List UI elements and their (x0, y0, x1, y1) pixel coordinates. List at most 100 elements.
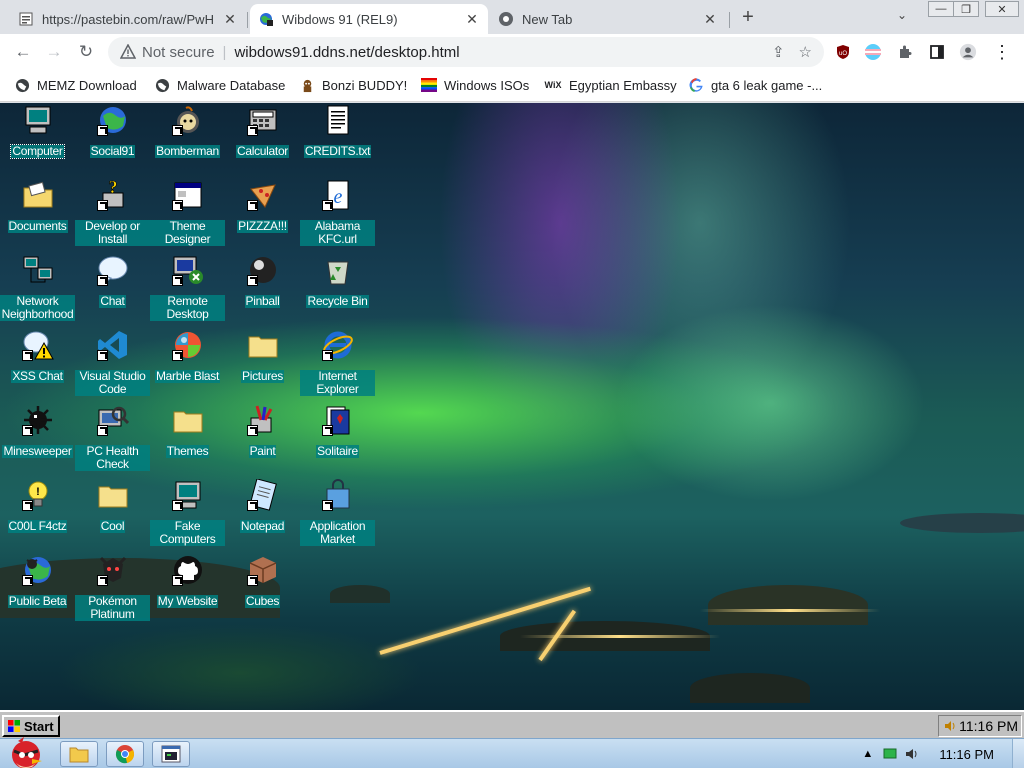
ublock-icon[interactable]: uO (834, 43, 852, 61)
terminal-window-icon (161, 745, 181, 763)
desktop-icon-credits-txt[interactable]: CREDITS.txt (300, 103, 375, 178)
desktop-icon-marble-blast[interactable]: Marble Blast (150, 328, 225, 403)
tab-new-tab[interactable]: New Tab ✕ (490, 4, 726, 34)
speaker-icon[interactable] (905, 747, 919, 761)
bag-icon (321, 479, 354, 511)
desktop-icon-network-neighborhood[interactable]: Network Neighborhood (0, 253, 75, 328)
desktop-icon-computer[interactable]: Computer (0, 103, 75, 178)
close-window-button[interactable]: ✕ (985, 1, 1019, 17)
explorer-taskbar-button[interactable] (60, 741, 98, 767)
host-system-tray: ▲ 11:16 PM (862, 739, 1024, 768)
desktop-icon-label: Recycle Bin (306, 294, 369, 308)
warning-triangle-icon[interactable] (120, 44, 136, 60)
desktop-icon-themes[interactable]: Themes (150, 403, 225, 478)
tab-close-icon[interactable]: ✕ (702, 11, 718, 28)
pokemon-icon (96, 554, 129, 586)
back-button[interactable]: ← (12, 42, 34, 64)
paint-icon (246, 404, 279, 436)
windows-flag-icon (8, 720, 20, 732)
tab-search-button[interactable]: ⌄ (897, 8, 907, 22)
svg-text:!: ! (36, 486, 40, 498)
address-bar[interactable]: Not secure | wibdows91.ddns.net/desktop.… (108, 37, 824, 67)
desktop-icon-minesweeper[interactable]: Minesweeper (0, 403, 75, 478)
desktop-icon-notepad[interactable]: Notepad (225, 478, 300, 553)
desktop-icon-remote-desktop[interactable]: Remote Desktop (150, 253, 225, 328)
desktop-icon-xss-chat[interactable]: XSS Chat (0, 328, 75, 403)
forward-button[interactable]: → (43, 42, 65, 64)
browser-toolbar: ← → ↻ Not secure | wibdows91.ddns.net/de… (0, 34, 1024, 70)
bookmark-malware-database[interactable]: Malware Database (154, 77, 285, 93)
restore-button[interactable]: ❐ (953, 1, 979, 17)
desktop-icon-label: Pokémon Platinum (75, 595, 150, 621)
desktop-icon-public-beta[interactable]: Public Beta (0, 553, 75, 628)
trans-flag-extension-icon[interactable] (864, 43, 882, 61)
desktop-icon-label: Calculator (235, 144, 290, 158)
recycle-icon (322, 254, 354, 286)
desktop-icon-develop-or-install[interactable]: ? Develop or Install (75, 178, 150, 253)
chrome-taskbar-button[interactable] (106, 741, 144, 767)
extensions-puzzle-icon[interactable] (896, 43, 914, 61)
desktop-icon-cubes[interactable]: Cubes (225, 553, 300, 628)
desktop-area[interactable]: Computer Social91 Bomberman Calculator CREDI… (0, 103, 1024, 710)
bookmark-gta6[interactable]: gta 6 leak game -... (688, 77, 822, 93)
desktop-icon-theme-designer[interactable]: Theme Designer (150, 178, 225, 253)
tab-close-icon[interactable]: ✕ (464, 11, 480, 28)
desktop-icon-bomberman[interactable]: Bomberman (150, 103, 225, 178)
share-icon[interactable]: ⇪ (772, 43, 785, 61)
tab-wibdows91[interactable]: Wibdows 91 (REL9) ✕ (250, 4, 488, 34)
desktop-icon-c00l-f4ctz[interactable]: ! C00L F4ctz (0, 478, 75, 553)
desktop-icon-solitaire[interactable]: Solitaire (300, 403, 375, 478)
new-tab-button[interactable]: + (738, 6, 758, 29)
desktop-icon-application-market[interactable]: Application Market (300, 478, 375, 553)
angry-bird-start-orb-icon[interactable] (2, 733, 48, 768)
security-status-label[interactable]: Not secure (142, 44, 215, 61)
health-icon (96, 404, 129, 436)
desktop-icon-label: Computer (10, 144, 65, 159)
tray-expand-icon[interactable]: ▲ (862, 748, 873, 760)
bookmark-bonzi-buddy[interactable]: Bonzi BUDDY! (299, 77, 407, 93)
desktop-icon-pok-mon-platinum[interactable]: Pokémon Platinum (75, 553, 150, 628)
tab-close-icon[interactable]: ✕ (222, 11, 238, 28)
desktop-icon-recycle-bin[interactable]: Recycle Bin (300, 253, 375, 328)
bookmark-windows-isos[interactable]: Windows ISOs (421, 77, 529, 93)
bookmark-star-icon[interactable]: ☆ (799, 43, 812, 61)
host-clock[interactable]: 11:16 PM (939, 747, 994, 762)
volume-icon[interactable] (944, 720, 956, 732)
desktop-icon-social91[interactable]: Social91 (75, 103, 150, 178)
desktop-icon-paint[interactable]: Paint (225, 403, 300, 478)
window-icon (171, 179, 204, 211)
app-taskbar-button[interactable] (152, 741, 190, 767)
desktop-icon-label: CREDITS.txt (303, 144, 372, 158)
desktop-icon-pictures[interactable]: Pictures (225, 328, 300, 403)
desktop-icon-fake-computers[interactable]: Fake Computers (150, 478, 225, 553)
url-text[interactable]: wibdows91.ddns.net/desktop.html (234, 44, 459, 61)
desktop-icon-pizzza[interactable]: PIZZZA!!! (225, 178, 300, 253)
desktop-icon-documents[interactable]: Documents (0, 178, 75, 253)
desktop-icon-cool[interactable]: Cool (75, 478, 150, 553)
desktop-icon-calculator[interactable]: Calculator (225, 103, 300, 178)
bookmark-label: MEMZ Download (37, 77, 137, 93)
bookmark-label: Bonzi BUDDY! (322, 77, 408, 93)
bookmark-egyptian-embassy[interactable]: WiX Egyptian Embassy (544, 77, 677, 93)
desktop-icon-chat[interactable]: Chat (75, 253, 150, 328)
side-panel-icon[interactable] (928, 43, 946, 61)
tab-strip: https://pastebin.com/raw/PwH ✕ Wibdows 9… (0, 0, 1024, 34)
desktop-icon-pinball[interactable]: Pinball (225, 253, 300, 328)
profile-avatar-icon[interactable] (959, 43, 977, 61)
network-icon[interactable] (883, 748, 897, 760)
desktop-icon-alabama-kfc-url[interactable]: e Alabama KFC.url (300, 178, 375, 253)
show-desktop-button[interactable] (1012, 739, 1024, 768)
shortcut-arrow-icon (96, 125, 108, 136)
taskbar-clock[interactable]: 11:16 PM (959, 718, 1018, 734)
svg-text:uO: uO (839, 51, 847, 57)
desktop-icon-pc-health-check[interactable]: PC Health Check (75, 403, 150, 478)
url-separator: | (222, 43, 227, 61)
minimize-button[interactable]: — (928, 1, 954, 17)
tab-pastebin[interactable]: https://pastebin.com/raw/PwH ✕ (10, 4, 246, 34)
reload-button[interactable]: ↻ (75, 42, 97, 64)
bookmark-memz[interactable]: MEMZ Download (14, 77, 137, 93)
desktop-icon-visual-studio-code[interactable]: Visual Studio Code (75, 328, 150, 403)
desktop-icon-internet-explorer[interactable]: Internet Explorer (300, 328, 375, 403)
desktop-icon-my-website[interactable]: My Website (150, 553, 225, 628)
browser-menu-button[interactable]: ⋮ (991, 42, 1013, 64)
